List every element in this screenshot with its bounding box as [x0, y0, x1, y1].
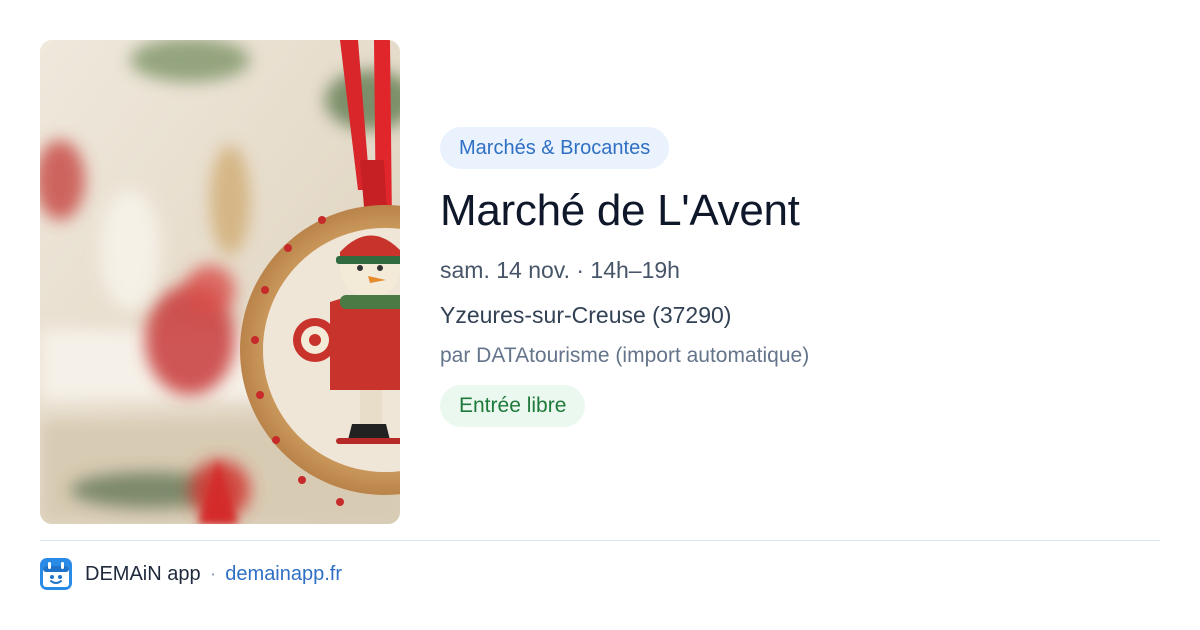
footer-divider [40, 540, 1160, 541]
footer-separator: · [209, 562, 217, 585]
app-website-link[interactable]: demainapp.fr [225, 563, 342, 586]
event-source: par DATAtourisme (import automatique) [440, 344, 810, 367]
category-badge[interactable]: Marchés & Brocantes [440, 127, 670, 169]
app-name: DEMAiN app [85, 562, 201, 585]
demain-app-icon[interactable] [40, 558, 72, 590]
footer: DEMAiN app · demainapp.fr [40, 558, 342, 590]
event-card[interactable]: Marchés & Brocantes Marché de L'Avent sa… [0, 0, 1200, 630]
event-date-time: sam. 14 nov. · 14h–19h [440, 257, 680, 283]
event-title[interactable]: Marché de L'Avent [440, 184, 1160, 238]
event-location: Yzeures-sur-Creuse (37290) [440, 302, 732, 328]
christmas-ornament-image [40, 40, 400, 524]
price-badge: Entrée libre [440, 385, 586, 427]
event-info: Marchés & Brocantes Marché de L'Avent sa… [440, 127, 1160, 427]
event-photo[interactable] [40, 40, 400, 524]
